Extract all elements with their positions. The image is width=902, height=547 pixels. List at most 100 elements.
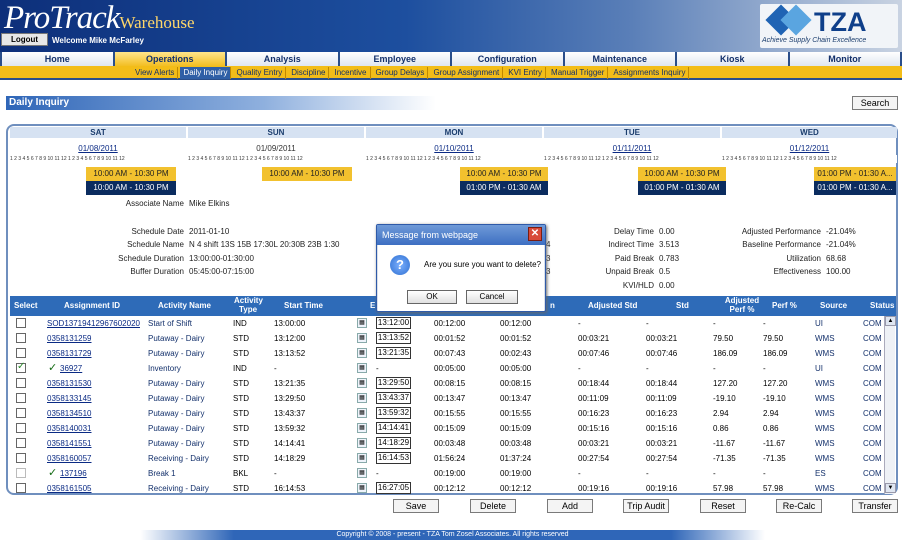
day-date-link[interactable]: 01/09/2011	[188, 144, 364, 153]
logout-button[interactable]: Logout	[1, 33, 48, 46]
subnav-incentive[interactable]: Incentive	[331, 67, 371, 79]
day-name: SAT	[10, 127, 186, 138]
row-select-checkbox[interactable]	[16, 378, 26, 388]
cell-c2: 00:05:00	[500, 364, 532, 373]
end-time-input[interactable]: 13:59:32	[376, 407, 411, 419]
row-select-checkbox[interactable]	[16, 333, 26, 343]
row-select-checkbox[interactable]	[16, 483, 26, 493]
table-scrollbar[interactable]: ▲ ▼	[884, 316, 896, 494]
cell-id[interactable]: 36927	[60, 364, 82, 373]
day-date-link[interactable]: 01/10/2011	[366, 144, 542, 153]
nav-kiosk[interactable]: Kiosk	[677, 52, 788, 66]
calendar-icon[interactable]: ▦	[357, 348, 367, 358]
cancel-button[interactable]: Cancel	[466, 290, 518, 304]
nav-operations[interactable]: Operations	[114, 52, 225, 66]
shift-sat-scheduled[interactable]: 10:00 AM - 10:30 PM	[86, 167, 176, 181]
row-select-checkbox[interactable]	[16, 393, 26, 403]
calendar-icon[interactable]: ▦	[357, 333, 367, 343]
subnav-view-alerts[interactable]: View Alerts	[132, 67, 179, 79]
calendar-icon[interactable]: ▦	[357, 408, 367, 418]
end-time-input[interactable]: 16:14:53	[376, 452, 411, 464]
cell-id[interactable]: 0358133145	[47, 394, 92, 403]
recalc-button[interactable]: Re-Calc	[776, 499, 822, 513]
reset-button[interactable]: Reset	[700, 499, 746, 513]
end-time-input[interactable]: 13:12:00	[376, 317, 411, 329]
close-icon[interactable]: ✕	[528, 227, 542, 241]
cell-id[interactable]: 0358134510	[47, 409, 92, 418]
subnav-kvi-entry[interactable]: KVI Entry	[505, 67, 547, 79]
cell-id[interactable]: 137196	[60, 469, 87, 478]
end-time-input[interactable]: 13:29:50	[376, 377, 411, 389]
shift-mon-actual[interactable]: 01:00 PM - 01:30 AM	[460, 181, 548, 195]
shift-sat-actual[interactable]: 10:00 AM - 10:30 PM	[86, 181, 176, 195]
shift-tue-actual[interactable]: 01:00 PM - 01:30 AM	[638, 181, 726, 195]
calendar-icon[interactable]: ▦	[357, 423, 367, 433]
subnav-quality-entry[interactable]: Quality Entry	[233, 67, 287, 79]
add-button[interactable]: Add	[547, 499, 593, 513]
nav-employee[interactable]: Employee	[339, 52, 450, 66]
calendar-icon[interactable]: ▦	[357, 378, 367, 388]
calendar-icon[interactable]: ▦	[357, 483, 367, 493]
end-time-input[interactable]: 14:18:29	[376, 437, 411, 449]
shift-wed-actual[interactable]: 01:00 PM - 01:30 A...	[814, 181, 896, 195]
cell-std: 00:03:21	[646, 439, 678, 448]
scroll-up-icon[interactable]: ▲	[885, 316, 896, 326]
shift-sun-scheduled[interactable]: 10:00 AM - 10:30 PM	[262, 167, 352, 181]
scroll-down-icon[interactable]: ▼	[885, 483, 896, 493]
calendar-icon[interactable]: ▦	[357, 393, 367, 403]
cell-id[interactable]: 0358131530	[47, 379, 92, 388]
row-select-checkbox[interactable]	[16, 453, 26, 463]
calendar-icon[interactable]: ▦	[357, 318, 367, 328]
subnav-discipline[interactable]: Discipline	[288, 67, 330, 79]
dialog-message: Are you sure you want to delete?	[424, 260, 541, 269]
shift-tue-scheduled[interactable]: 10:00 AM - 10:30 PM	[638, 167, 726, 181]
calendar-icon[interactable]: ▦	[357, 453, 367, 463]
row-select-checkbox[interactable]	[16, 361, 26, 373]
nav-maintenance[interactable]: Maintenance	[564, 52, 675, 66]
subnav-manual-trigger[interactable]: Manual Trigger	[548, 67, 609, 79]
shift-wed-scheduled[interactable]: 01:00 PM - 01:30 A...	[814, 167, 896, 181]
cell-activity: Receiving - Dairy	[148, 484, 209, 493]
subnav-assignments-inquiry[interactable]: Assignments Inquiry	[610, 67, 690, 79]
cell-id[interactable]: 0358160057	[47, 454, 92, 463]
cell-adj-perf: -19.10	[713, 394, 736, 403]
day-date-link[interactable]: 01/11/2011	[544, 144, 720, 153]
end-time-input[interactable]: 16:27:05	[376, 482, 411, 494]
nav-analysis[interactable]: Analysis	[227, 52, 338, 66]
day-name: WED	[722, 127, 897, 138]
row-select-checkbox[interactable]	[16, 348, 26, 358]
row-select-checkbox[interactable]	[16, 468, 26, 478]
nav-monitor[interactable]: Monitor	[789, 52, 900, 66]
ok-button[interactable]: OK	[407, 290, 457, 304]
cell-id[interactable]: 0358131729	[47, 349, 92, 358]
day-date-link[interactable]: 01/12/2011	[722, 144, 897, 153]
nav-configuration[interactable]: Configuration	[452, 52, 563, 66]
trip-audit-button[interactable]: Trip Audit	[623, 499, 669, 513]
row-select-checkbox[interactable]	[16, 438, 26, 448]
calendar-icon[interactable]: ▦	[357, 438, 367, 448]
nav-home[interactable]: Home	[2, 52, 113, 66]
end-time-input[interactable]: 13:43:37	[376, 392, 411, 404]
calendar-icon[interactable]: ▦	[357, 468, 367, 478]
cell-id[interactable]: 0358131259	[47, 334, 92, 343]
save-button[interactable]: Save	[393, 499, 439, 513]
calendar-icon[interactable]: ▦	[357, 363, 367, 373]
row-select-checkbox[interactable]	[16, 408, 26, 418]
end-time-input[interactable]: 13:21:35	[376, 347, 411, 359]
end-time-input[interactable]: 14:14:41	[376, 422, 411, 434]
transfer-button[interactable]: Transfer	[852, 499, 898, 513]
delete-button[interactable]: Delete	[470, 499, 516, 513]
day-date-link[interactable]: 01/08/2011	[10, 144, 186, 153]
shift-mon-scheduled[interactable]: 10:00 AM - 10:30 PM	[460, 167, 548, 181]
row-select-checkbox[interactable]	[16, 318, 26, 328]
row-select-checkbox[interactable]	[16, 423, 26, 433]
subnav-group-delays[interactable]: Group Delays	[373, 67, 429, 79]
cell-id[interactable]: 0358161505	[47, 484, 92, 493]
cell-id[interactable]: 0358141551	[47, 439, 92, 448]
subnav-group-assignment[interactable]: Group Assignment	[430, 67, 504, 79]
end-time-input[interactable]: 13:13:52	[376, 332, 411, 344]
cell-id[interactable]: SOD13719412967602020	[47, 319, 140, 328]
cell-id[interactable]: 0358140031	[47, 424, 92, 433]
subnav-daily-inquiry[interactable]: Daily Inquiry	[180, 67, 232, 79]
search-button[interactable]: Search	[852, 96, 898, 110]
